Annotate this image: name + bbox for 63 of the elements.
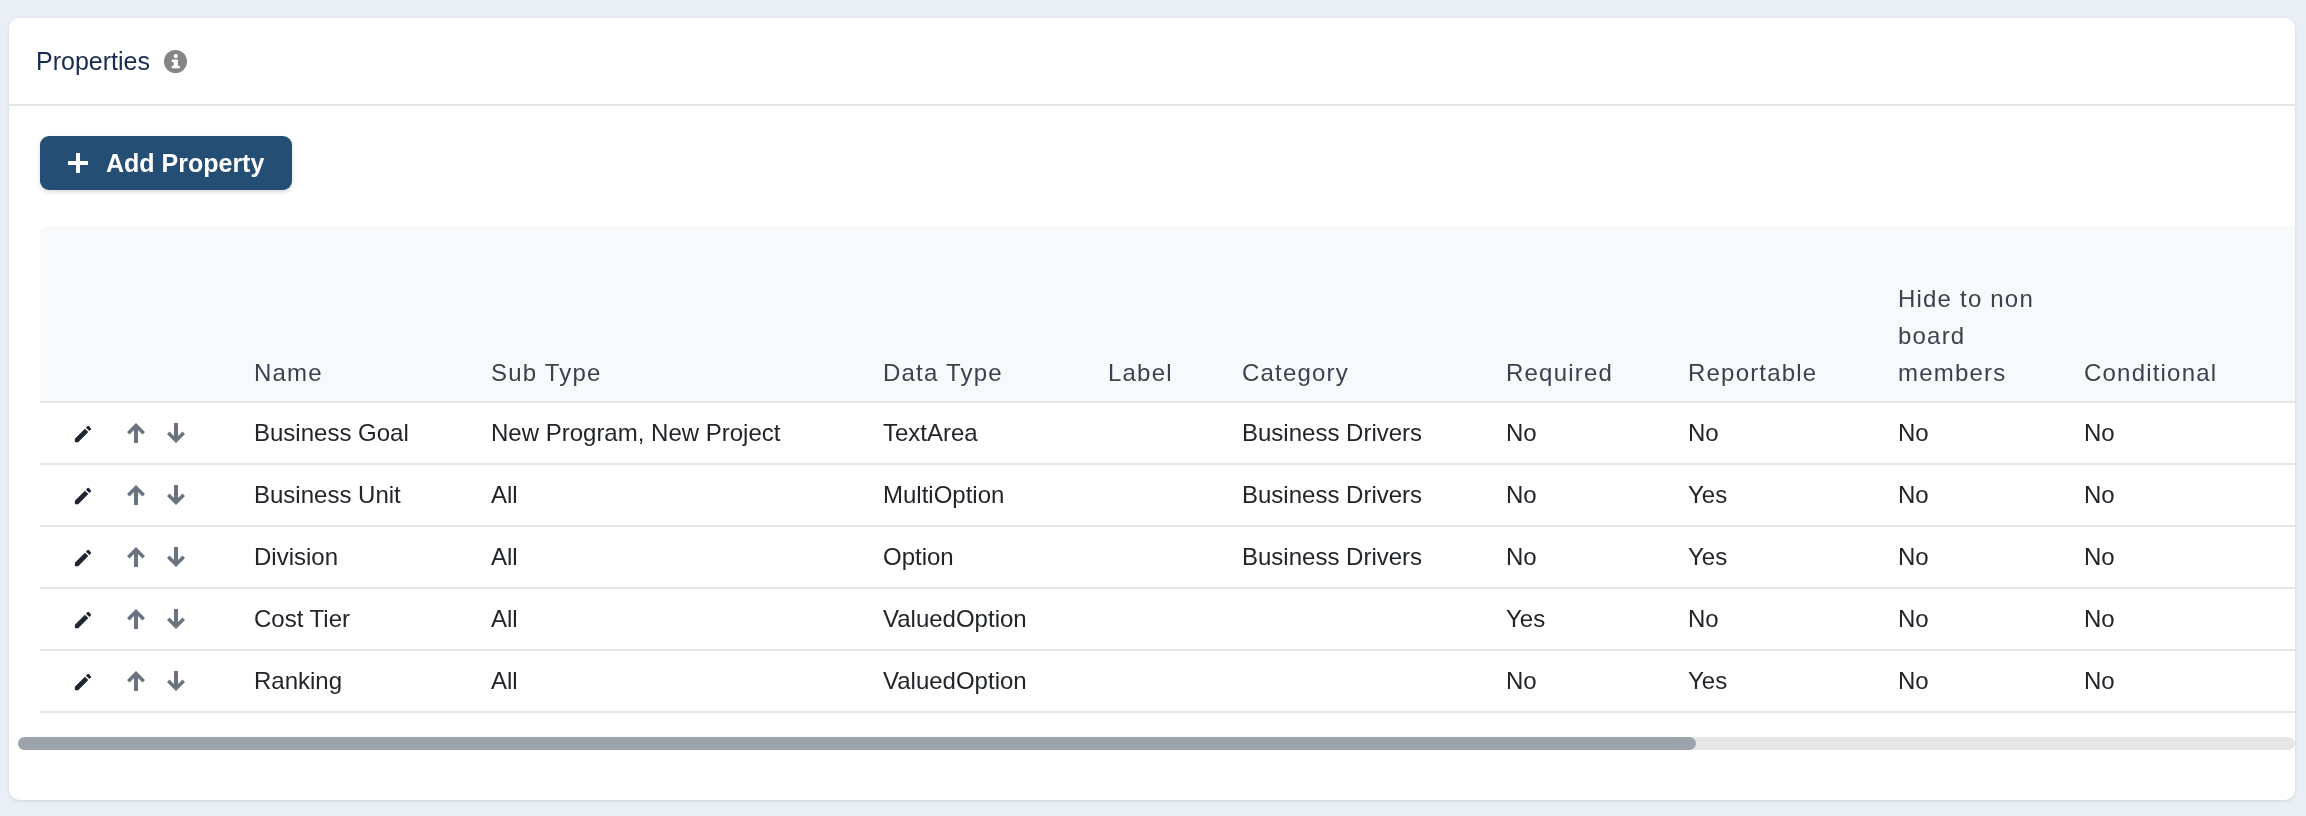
table-cell-text: All xyxy=(491,543,519,571)
scrollbar[interactable] xyxy=(18,737,2295,750)
arrow-up-icon[interactable] xyxy=(125,483,147,507)
table-cell-text: No xyxy=(2084,481,2116,509)
table-cell-text: Yes xyxy=(1506,605,1547,633)
arrow-up-icon[interactable] xyxy=(125,669,147,693)
column-header: Conditional xyxy=(2084,359,2218,386)
table-cell-text: No xyxy=(1898,419,1930,447)
table-cell-text: No xyxy=(1898,605,1930,633)
arrow-down-icon[interactable] xyxy=(165,607,187,631)
table-cell-text: New Program, New Project xyxy=(491,419,782,447)
arrow-up-icon[interactable] xyxy=(125,545,147,569)
arrow-down-icon[interactable] xyxy=(165,669,187,693)
column-header: Label xyxy=(1108,359,1173,386)
column-header: Data Type xyxy=(883,359,1003,386)
table-cell-text: All xyxy=(491,667,519,695)
arrow-down-icon[interactable] xyxy=(165,483,187,507)
table-cell-text: No xyxy=(2084,419,2116,447)
arrow-down-icon[interactable] xyxy=(165,421,187,445)
column-header: Name xyxy=(254,359,323,386)
column-header: Reportable xyxy=(1688,359,1818,386)
table-cell-text: No xyxy=(1506,481,1538,509)
scrollbar-thumb[interactable] xyxy=(18,737,1696,750)
table-cell-text: Division xyxy=(254,543,340,571)
table-cell-text: No xyxy=(1506,419,1538,447)
table-cell-text: Yes xyxy=(1688,481,1729,509)
table-cell-text: Yes xyxy=(1688,667,1729,695)
column-header: Required xyxy=(1506,359,1613,386)
table-cell-text: Business Drivers xyxy=(1242,481,1424,509)
panel-title: Properties xyxy=(36,46,150,76)
table-cell-text: ValuedOption xyxy=(883,605,1028,633)
table-cell-text: No xyxy=(1898,543,1930,571)
table-cell-text: Business Drivers xyxy=(1242,543,1424,571)
add-property-button[interactable]: Add Property xyxy=(40,136,293,190)
column-header: Sub Type xyxy=(491,359,602,386)
table-cell-text: No xyxy=(1506,667,1538,695)
table-cell-text: No xyxy=(1688,419,1720,447)
plus-icon xyxy=(68,153,88,173)
column-header: Hide to non board members xyxy=(1898,284,2035,388)
table-cell-text: Option xyxy=(883,543,955,571)
table-cell-text: No xyxy=(1688,605,1720,633)
table-cell-text: TextArea xyxy=(883,419,979,447)
table-cell-text: ValuedOption xyxy=(883,667,1028,695)
arrow-up-icon[interactable] xyxy=(125,607,147,631)
table-cell-text: Business Drivers xyxy=(1242,419,1424,447)
table-cell-text: No xyxy=(2084,605,2116,633)
column-header: Category xyxy=(1242,359,1349,386)
arrow-up-icon[interactable] xyxy=(125,421,147,445)
table-cell-text: All xyxy=(491,481,519,509)
table-cell-text: Ranking xyxy=(254,667,344,695)
table-cell-text: All xyxy=(491,605,519,633)
arrow-down-icon[interactable] xyxy=(165,545,187,569)
table-cell-text: Yes xyxy=(1688,543,1729,571)
table-cell-text: MultiOption xyxy=(883,481,1006,509)
info-icon xyxy=(163,49,187,73)
table-cell-text: No xyxy=(1898,667,1930,695)
table-cell-text: No xyxy=(1898,481,1930,509)
table-cell-text: Cost Tier xyxy=(254,605,352,633)
table-cell-text: Business Unit xyxy=(254,481,402,509)
table-cell-text: No xyxy=(2084,543,2116,571)
table-cell-text: No xyxy=(2084,667,2116,695)
table-cell-text: Business Goal xyxy=(254,419,410,447)
table-cell-text: No xyxy=(1506,543,1538,571)
